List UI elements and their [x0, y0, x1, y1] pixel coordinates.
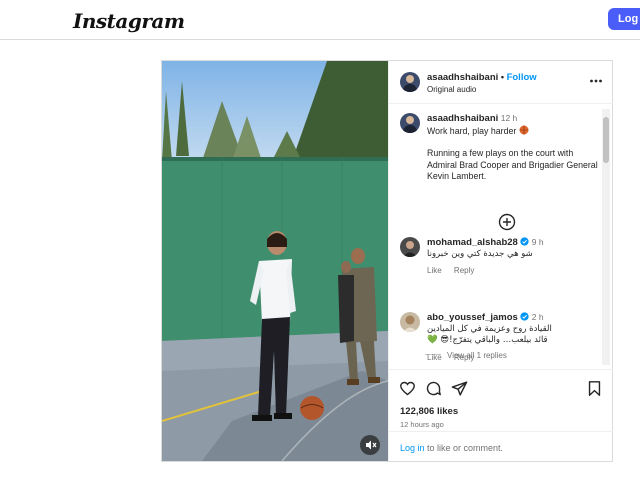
author-header-line: asaadhshaibani • Follow	[427, 72, 537, 83]
comment-time: 9 h	[531, 237, 544, 247]
share-icon[interactable]	[451, 380, 468, 397]
comments-list[interactable]: asaadhshaibani 12 h Work hard, play hard…	[389, 105, 613, 368]
bookmark-icon[interactable]	[586, 380, 603, 397]
comment-text-line: القيادة روح وعزيمة في كل الميادين	[427, 323, 552, 334]
comment-reply-button[interactable]: Reply	[454, 353, 474, 362]
more-horizontal-icon[interactable]	[589, 74, 603, 88]
comment-text-line: قائد بيلعب… والباقي يتفرّج!😎 💚	[427, 335, 548, 345]
caption-avatar[interactable]	[400, 113, 420, 133]
video-frame-illustration	[162, 61, 388, 461]
commenter-username[interactable]: mohamad_alshab28	[427, 237, 518, 248]
follow-button[interactable]: Follow	[507, 72, 537, 83]
caption-text: asaadhshaibani 12 h Work hard, play hard…	[427, 113, 602, 183]
heart-icon[interactable]	[399, 380, 416, 397]
comment-text-line: شو هي جديدة كتي وين خبرونا	[427, 248, 533, 259]
comment-text: القيادة روح وعزيمة في كل الميادين قائد ب…	[427, 324, 577, 347]
commenter-username[interactable]: abo_youssef_jamos	[427, 312, 518, 323]
comment-body: mohamad_alshab28 9 h شو هي جديدة كتي وين…	[427, 237, 602, 277]
mute-toggle-button[interactable]	[360, 435, 380, 455]
login-button[interactable]: Log in	[608, 8, 640, 30]
comment-actions: Like Reply	[427, 265, 602, 277]
comment-text: شو هي جديدة كتي وين خبرونا	[427, 249, 577, 261]
comment-icon[interactable]	[425, 380, 442, 397]
post-sidebar: asaadhshaibani • Follow Original audio a…	[388, 61, 613, 461]
caption-paragraph: Running a few plays on the court with Ad…	[427, 148, 598, 181]
login-link[interactable]: Log in	[400, 443, 425, 453]
comment-like-button[interactable]: Like	[427, 353, 442, 362]
post-card: asaadhshaibani • Follow Original audio a…	[161, 60, 613, 462]
plus-circle-icon[interactable]	[498, 213, 516, 231]
author-username[interactable]: asaadhshaibani	[427, 72, 498, 83]
caption-username[interactable]: asaadhshaibani	[427, 113, 498, 124]
post-header: asaadhshaibani • Follow Original audio	[389, 61, 613, 104]
login-prompt-rest: to like or comment.	[424, 443, 504, 453]
comment-time: 2 h	[531, 312, 544, 322]
caption-line1: Work hard, play harder	[427, 125, 517, 136]
post-video[interactable]	[162, 61, 388, 461]
comment-body: abo_youssef_jamos 2 h القيادة روح وعزيمة…	[427, 312, 602, 363]
likes-count[interactable]: 122,806 likes	[400, 406, 458, 417]
caption-time: 12 h	[500, 113, 518, 123]
audio-label[interactable]: Original audio	[427, 85, 476, 94]
comments-scrollbar-thumb[interactable]	[603, 117, 609, 163]
comment-reply-button[interactable]: Reply	[454, 266, 474, 275]
verified-badge-icon	[520, 237, 529, 246]
commenter-avatar[interactable]	[400, 237, 420, 257]
verified-badge-icon	[520, 312, 529, 321]
post-actions: 122,806 likes 12 hours ago	[389, 369, 613, 429]
post-age[interactable]: 12 hours ago	[400, 420, 444, 429]
speaker-muted-icon	[366, 440, 377, 450]
top-navigation-bar: Instagram Log in	[0, 0, 640, 40]
login-prompt-text: Log in to like or comment.	[400, 443, 503, 453]
instagram-logo[interactable]: Instagram	[73, 9, 185, 33]
login-prompt: Log in to like or comment.	[389, 431, 613, 461]
author-avatar[interactable]	[400, 72, 420, 92]
comment-like-button[interactable]: Like	[427, 266, 442, 275]
comment-actions: Like Reply	[427, 352, 602, 364]
commenter-avatar[interactable]	[400, 312, 420, 332]
basketball-emoji-icon	[519, 125, 529, 134]
